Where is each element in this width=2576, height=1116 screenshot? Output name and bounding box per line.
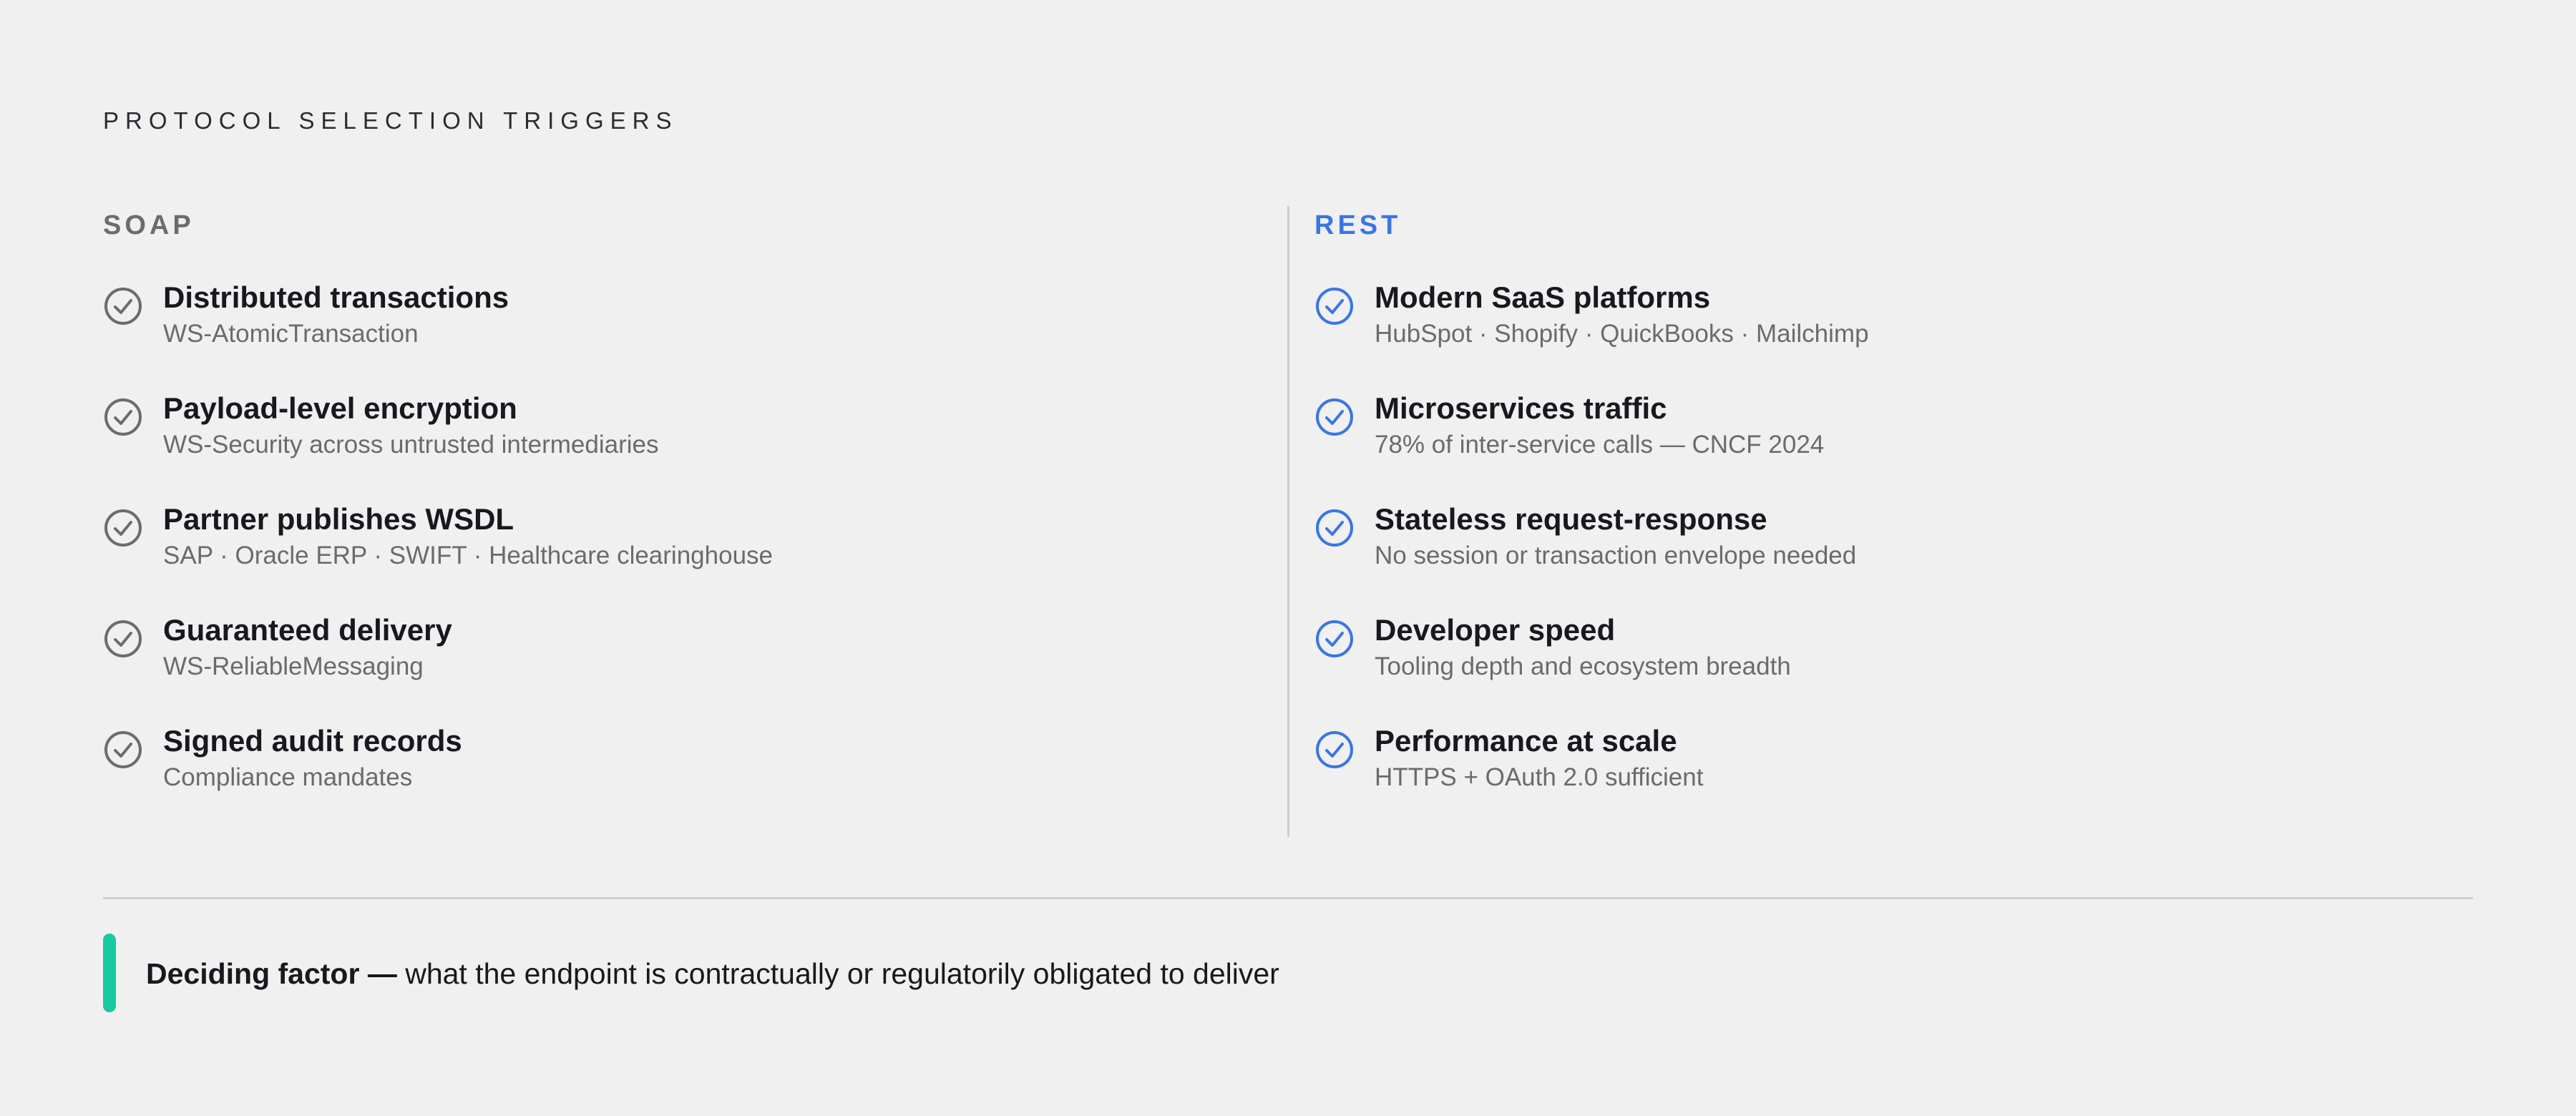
deciding-factor: Deciding factor — what the endpoint is c… [146,952,1279,995]
check-circle-icon [104,398,142,436]
check-circle-icon [104,509,142,547]
rest-item: Performance at scale HTTPS + OAuth 2.0 s… [1314,723,2459,833]
item-subtitle: No session or transaction envelope neede… [1375,542,1857,569]
item-title: Modern SaaS platforms [1375,280,1711,314]
item-title: Guaranteed delivery [163,613,452,647]
soap-heading: SOAP [103,210,195,240]
footer-divider [103,897,2473,899]
check-circle-icon [104,731,142,768]
item-subtitle: WS-Security across untrusted intermediar… [163,431,659,459]
deciding-factor-text: what the endpoint is contractually or re… [396,957,1279,990]
rest-column: REST Modern SaaS platforms HubSpot · Sho… [1314,207,2459,833]
section-eyebrow: PROTOCOL SELECTION TRIGGERS [103,107,678,134]
column-divider [1287,206,1289,837]
deciding-factor-label: Deciding factor — [146,957,397,990]
item-title: Microservices traffic [1375,391,1667,425]
soap-item: Payload-level encryption WS-Security acr… [103,390,1248,501]
item-title: Payload-level encryption [163,391,517,425]
item-subtitle: Compliance mandates [163,763,413,791]
rest-heading: REST [1314,210,1402,240]
accent-bar [103,934,116,1012]
item-title: Distributed transactions [163,280,509,314]
item-subtitle: SAP · Oracle ERP · SWIFT · Healthcare cl… [163,542,773,569]
rest-item: Modern SaaS platforms HubSpot · Shopify … [1314,279,2459,390]
item-subtitle: WS-ReliableMessaging [163,652,424,680]
rest-item: Microservices traffic 78% of inter-servi… [1314,390,2459,501]
soap-item: Guaranteed delivery WS-ReliableMessaging [103,612,1248,723]
item-subtitle: Tooling depth and ecosystem breadth [1375,652,1791,680]
item-title: Partner publishes WSDL [163,502,514,536]
soap-column: SOAP Distributed transactions WS-AtomicT… [103,207,1248,833]
check-circle-icon [104,288,142,325]
check-circle-icon [1316,620,1353,657]
item-title: Signed audit records [163,724,462,758]
rest-item: Developer speed Tooling depth and ecosys… [1314,612,2459,723]
check-circle-icon [1316,288,1353,325]
check-circle-icon [1316,509,1353,547]
item-subtitle: HTTPS + OAuth 2.0 sufficient [1375,763,1704,791]
item-subtitle: HubSpot · Shopify · QuickBooks · Mailchi… [1375,320,1869,348]
item-subtitle: WS-AtomicTransaction [163,320,419,348]
check-circle-icon [104,620,142,657]
item-title: Stateless request-response [1375,502,1767,536]
item-title: Performance at scale [1375,724,1677,758]
soap-item: Signed audit records Compliance mandates [103,723,1248,833]
check-circle-icon [1316,398,1353,436]
item-title: Developer speed [1375,613,1616,647]
soap-list: Distributed transactions WS-AtomicTransa… [103,279,1248,833]
rest-item: Stateless request-response No session or… [1314,501,2459,612]
item-subtitle: 78% of inter-service calls — CNCF 2024 [1375,431,1825,459]
soap-item: Partner publishes WSDL SAP · Oracle ERP … [103,501,1248,612]
soap-item: Distributed transactions WS-AtomicTransa… [103,279,1248,390]
rest-list: Modern SaaS platforms HubSpot · Shopify … [1314,279,2459,833]
check-circle-icon [1316,731,1353,768]
